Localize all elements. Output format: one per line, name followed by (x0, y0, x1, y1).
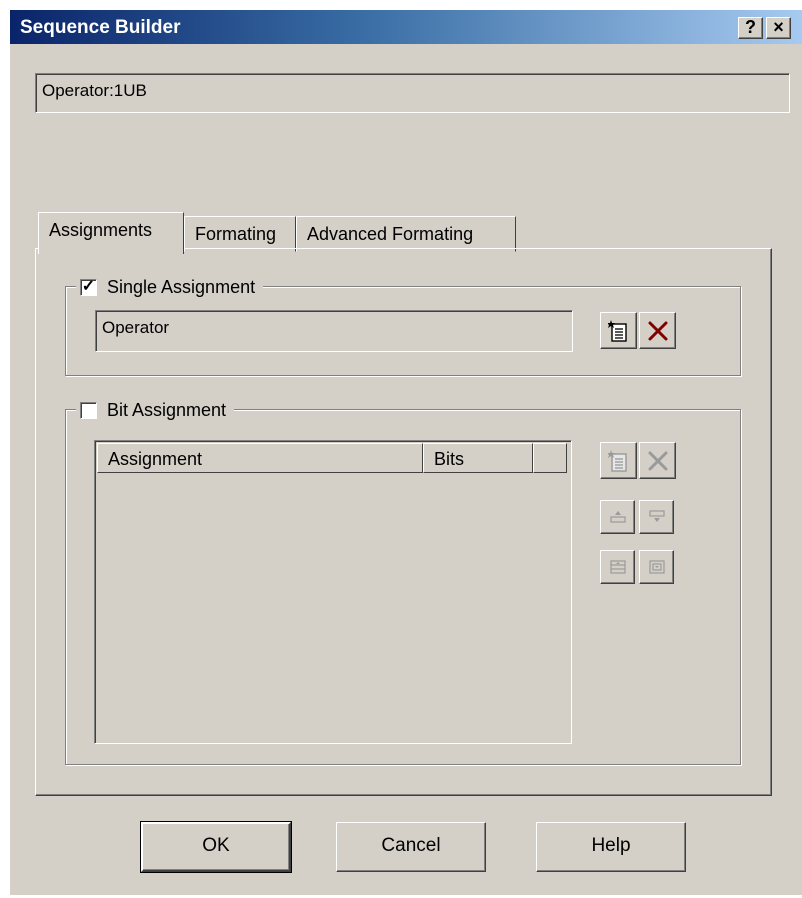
title-bar[interactable]: Sequence Builder ? × (10, 10, 802, 44)
tab-assignments[interactable]: Assignments (38, 212, 184, 254)
tab-formating[interactable]: Formating (184, 216, 296, 252)
help-button[interactable]: Help (536, 822, 686, 872)
cancel-button[interactable]: Cancel (336, 822, 486, 872)
single-assignment-input[interactable]: Operator (95, 310, 573, 352)
single-assignment-legend: ✓ Single Assignment (76, 275, 264, 299)
single-assignment-label: Single Assignment (107, 276, 256, 297)
move-to-top-button[interactable] (600, 550, 635, 584)
operator-field[interactable]: Operator:1UB (35, 73, 790, 113)
delete-icon (648, 451, 667, 470)
check-mark-icon: ✓ (81, 277, 96, 295)
help-title-button[interactable]: ? (738, 17, 763, 39)
bit-new-button[interactable] (600, 442, 637, 479)
move-to-bottom-button[interactable] (639, 550, 674, 584)
ok-button[interactable]: OK (140, 821, 292, 873)
column-header-assignment[interactable]: Assignment (97, 443, 423, 473)
sequence-builder-dialog: Sequence Builder ? × Operator:1UB Assign… (10, 10, 802, 895)
window-title: Sequence Builder (20, 17, 181, 38)
single-new-button[interactable] (600, 312, 637, 349)
move-up-icon (609, 511, 626, 523)
move-down-button[interactable] (639, 500, 674, 534)
delete-icon (648, 321, 667, 340)
bit-assignment-legend: Bit Assignment (76, 398, 235, 422)
move-to-bottom-icon (648, 560, 665, 574)
column-header-bits[interactable]: Bits (423, 443, 533, 473)
tab-advanced-formating[interactable]: Advanced Formating (296, 216, 516, 252)
move-down-icon (648, 510, 665, 522)
close-button[interactable]: × (766, 17, 791, 39)
bit-assignment-checkbox[interactable] (80, 401, 97, 419)
bit-delete-button[interactable] (639, 442, 676, 479)
new-assignment-icon (607, 449, 627, 472)
move-to-top-icon (609, 560, 626, 574)
bit-assignment-label: Bit Assignment (107, 399, 227, 420)
column-header-filler (533, 443, 567, 473)
single-delete-button[interactable] (639, 312, 676, 349)
bit-assignment-list[interactable]: Assignment Bits (94, 440, 572, 744)
move-up-button[interactable] (600, 500, 635, 534)
new-assignment-icon (607, 319, 627, 342)
single-assignment-checkbox[interactable]: ✓ (80, 277, 97, 296)
